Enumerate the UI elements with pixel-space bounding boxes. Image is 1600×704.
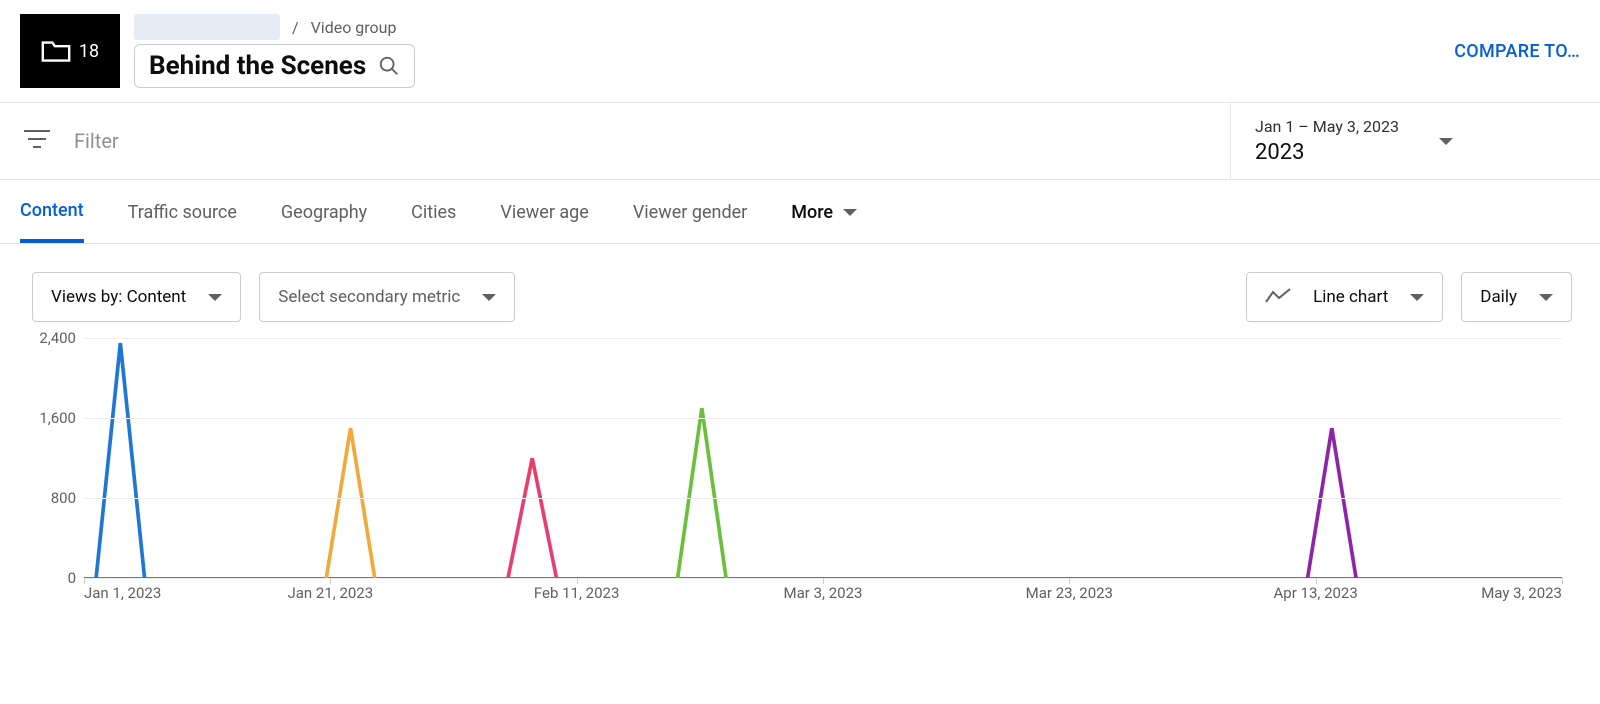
tab-traffic-source[interactable]: Traffic source [128,202,237,241]
date-range-label: 2023 [1255,140,1399,165]
series-spike [1308,428,1356,578]
tab-geography[interactable]: Geography [281,202,367,241]
x-tick-label: Jan 1, 2023 [84,584,161,602]
tab-viewer-age[interactable]: Viewer age [500,202,588,241]
views-by-dropdown[interactable]: Views by: Content [32,272,241,322]
folder-badge[interactable]: 18 [20,14,120,88]
views-by-label: Views by: Content [51,287,186,307]
chevron-down-icon [1539,294,1553,301]
tab-more[interactable]: More [791,202,857,241]
x-tick-label: Jan 21, 2023 [287,584,373,602]
page-title: Behind the Scenes [149,51,366,81]
filter-input[interactable]: Filter [0,103,1230,179]
line-chart-icon [1265,288,1291,306]
breadcrumb: / Video group [134,14,1454,40]
search-icon [378,55,400,77]
tab-cities[interactable]: Cities [411,202,456,241]
breadcrumb-parent[interactable] [134,14,280,40]
x-tick-label: May 3, 2023 [1481,584,1562,602]
secondary-metric-label: Select secondary metric [278,287,460,307]
date-range-text: Jan 1 – May 3, 2023 [1255,117,1399,136]
secondary-metric-dropdown[interactable]: Select secondary metric [259,272,515,322]
y-tick-label: 800 [28,489,76,507]
tab-content[interactable]: Content [20,200,84,243]
date-range-picker[interactable]: Jan 1 – May 3, 2023 2023 [1230,103,1600,179]
y-tick-label: 2,400 [28,329,76,347]
y-tick-label: 1,600 [28,409,76,427]
chart-type-dropdown[interactable]: Line chart [1246,272,1443,322]
series-spike [508,458,556,578]
series-spike [678,408,726,578]
granularity-dropdown[interactable]: Daily [1461,272,1572,322]
chart-type-label: Line chart [1313,287,1388,307]
chevron-down-icon [208,294,222,301]
chart: 0 800 1,600 2,400 Jan 1, 2023 Jan 21, 2023 Fe… [0,330,1600,628]
folder-icon [41,39,71,63]
y-tick-label: 0 [28,569,76,587]
breadcrumb-separator: / [292,18,299,37]
x-tick-label: Mar 3, 2023 [784,584,863,602]
chevron-down-icon [1439,138,1453,145]
series-spike [96,343,144,578]
x-tick-label: Mar 23, 2023 [1026,584,1113,602]
tab-viewer-gender[interactable]: Viewer gender [633,202,747,241]
chevron-down-icon [482,294,496,301]
x-tick-label: Feb 11, 2023 [534,584,620,602]
series-spike [326,428,374,578]
x-tick-label: Apr 13, 2023 [1274,584,1358,602]
title-search[interactable]: Behind the Scenes [134,44,415,88]
chevron-down-icon [1410,294,1424,301]
compare-to-button[interactable]: COMPARE TO… [1454,41,1580,62]
tabs: Content Traffic source Geography Cities View… [0,180,1600,244]
granularity-label: Daily [1480,287,1517,307]
breadcrumb-label: Video group [311,18,397,37]
filter-placeholder: Filter [74,129,119,153]
folder-count: 18 [79,41,99,62]
filter-icon [24,129,50,153]
